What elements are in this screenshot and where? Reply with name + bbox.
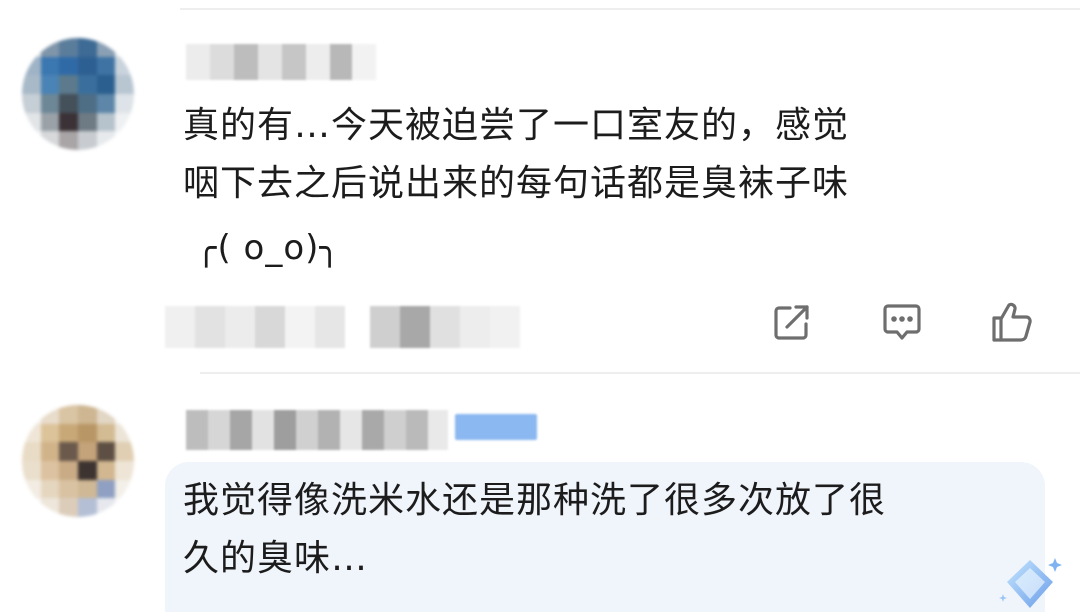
top-divider bbox=[180, 8, 1080, 10]
share-icon[interactable] bbox=[768, 298, 816, 346]
like-icon[interactable] bbox=[988, 298, 1036, 346]
avatar-user-2[interactable] bbox=[22, 405, 134, 517]
comment-divider bbox=[200, 372, 1080, 374]
username-blurred-1 bbox=[186, 44, 376, 80]
avatar-user-1[interactable] bbox=[22, 38, 134, 150]
username-blurred-2 bbox=[186, 410, 448, 450]
user-level-badge bbox=[455, 414, 537, 440]
comment-text-2: 我觉得像洗米水还是那种洗了很多次放了很 久的臭味… bbox=[183, 480, 887, 579]
kaomoji-text: ╭( o_o)╮ bbox=[196, 228, 341, 268]
reply-icon[interactable] bbox=[878, 298, 926, 346]
comment-text-1: 真的有…今天被迫尝了一口室友的，感觉 咽下去之后说出来的每句话都是臭袜子味 bbox=[183, 105, 850, 204]
diamond-badge-icon bbox=[995, 552, 1065, 612]
timestamp-blurred bbox=[165, 306, 520, 348]
